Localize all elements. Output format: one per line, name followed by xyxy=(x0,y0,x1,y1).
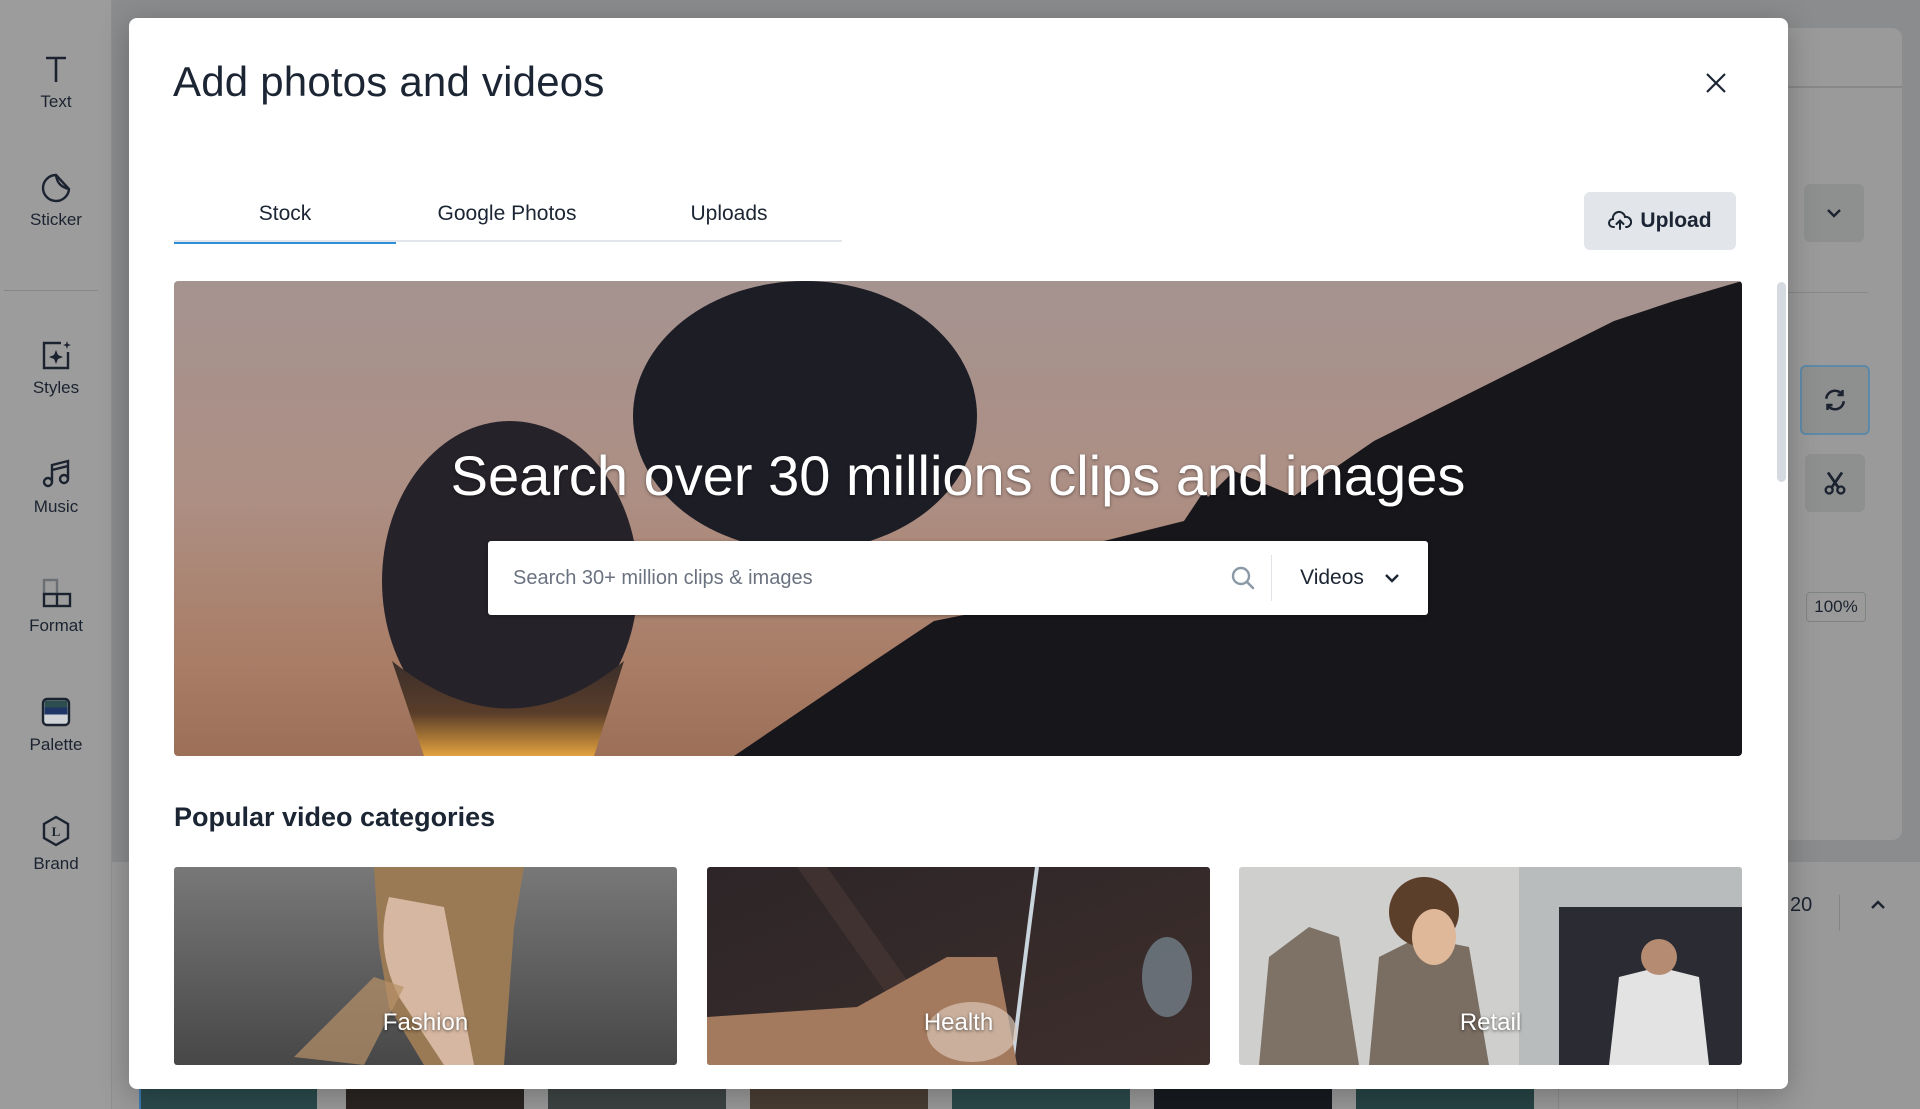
music-icon xyxy=(42,459,70,488)
refresh-icon xyxy=(1825,389,1845,411)
category-label: Health xyxy=(923,1009,994,1036)
timeline-counter: 20 xyxy=(1790,894,1813,916)
timeline-thumb[interactable] xyxy=(1154,1089,1332,1109)
sidebar-item-label: Palette xyxy=(29,735,83,754)
left-sidebar: Text Sticker Styles Music Format Palette… xyxy=(0,0,112,1109)
sidebar-item-palette[interactable]: Palette xyxy=(0,695,112,755)
tab-uploads[interactable]: Uploads xyxy=(618,186,840,242)
cloud-upload-icon xyxy=(1608,210,1633,230)
modal-title: Add photos and videos xyxy=(173,58,605,105)
timeline-thumb[interactable] xyxy=(346,1089,524,1109)
close-icon xyxy=(1706,73,1726,93)
sidebar-item-styles[interactable]: Styles xyxy=(0,338,112,398)
format-icon xyxy=(42,578,72,608)
sidebar-item-label: Brand xyxy=(33,854,79,873)
timeline-thumb[interactable] xyxy=(750,1089,928,1109)
chevron-down-icon xyxy=(1827,209,1841,218)
search-button[interactable] xyxy=(1215,565,1271,591)
category-card-fashion[interactable]: Fashion xyxy=(174,867,677,1065)
replace-button[interactable] xyxy=(1800,365,1870,435)
chevron-up-icon xyxy=(1871,900,1885,909)
category-card-retail[interactable]: Retail xyxy=(1239,867,1742,1065)
brand-icon: L xyxy=(42,815,70,847)
close-button[interactable] xyxy=(1701,68,1731,98)
upload-button[interactable]: Upload xyxy=(1584,192,1736,250)
tab-google-photos[interactable]: Google Photos xyxy=(396,186,618,242)
sidebar-item-text[interactable]: Text xyxy=(0,52,112,112)
categories-heading: Popular video categories xyxy=(174,802,496,832)
sidebar-item-label: Format xyxy=(29,616,83,635)
timeline-thumb[interactable] xyxy=(548,1089,726,1109)
stock-search-hero: Search over 30 millions clips and images… xyxy=(174,281,1742,756)
category-card-health[interactable]: Health xyxy=(707,867,1210,1065)
panel-divider xyxy=(1788,292,1868,293)
sidebar-item-label: Styles xyxy=(32,378,80,397)
svg-text:L: L xyxy=(52,824,61,839)
source-tabs: Stock Google Photos Uploads xyxy=(174,186,842,244)
media-type-select[interactable]: Videos xyxy=(1272,541,1428,615)
zoom-level-readout[interactable]: 100% xyxy=(1806,592,1866,622)
trim-button[interactable] xyxy=(1805,454,1865,512)
sidebar-item-label: Text xyxy=(40,92,72,111)
timeline-expand-button[interactable] xyxy=(1858,890,1898,920)
search-icon xyxy=(1231,566,1255,590)
category-label: Fashion xyxy=(382,1009,469,1036)
add-media-modal: Add photos and videos Stock Google Photo… xyxy=(129,18,1788,1089)
timeline-separator xyxy=(1839,895,1840,931)
chevron-down-icon xyxy=(1385,574,1399,583)
sidebar-item-brand[interactable]: L Brand xyxy=(0,814,112,874)
timeline-thumb[interactable] xyxy=(952,1089,1130,1109)
timeline-thumb[interactable] xyxy=(139,1089,317,1109)
text-icon xyxy=(46,56,66,82)
stock-search-bar: Videos xyxy=(488,541,1428,615)
sidebar-item-format[interactable]: Format xyxy=(0,576,112,636)
scissors-icon xyxy=(1824,471,1846,495)
media-type-value: Videos xyxy=(1300,566,1364,589)
modal-scrollbar[interactable] xyxy=(1777,282,1786,482)
hero-title: Search over 30 millions clips and images xyxy=(450,444,1466,507)
category-label: Retail xyxy=(1459,1009,1522,1036)
sidebar-item-sticker[interactable]: Sticker xyxy=(0,170,112,230)
sidebar-divider xyxy=(4,290,98,291)
sidebar-item-music[interactable]: Music xyxy=(0,457,112,517)
sidebar-item-label: Sticker xyxy=(30,210,82,229)
styles-icon xyxy=(42,341,71,370)
stock-search-input[interactable] xyxy=(488,541,1215,615)
palette-icon xyxy=(41,697,71,727)
timeline-thumb[interactable] xyxy=(1356,1089,1534,1109)
tab-stock[interactable]: Stock xyxy=(174,186,396,244)
sticker-icon xyxy=(41,173,71,203)
upload-button-label: Upload xyxy=(1640,209,1712,232)
sidebar-item-label: Music xyxy=(33,497,79,516)
panel-divider xyxy=(1788,86,1902,88)
hero-background-image xyxy=(382,281,1742,756)
panel-dropdown-button[interactable] xyxy=(1804,184,1864,242)
